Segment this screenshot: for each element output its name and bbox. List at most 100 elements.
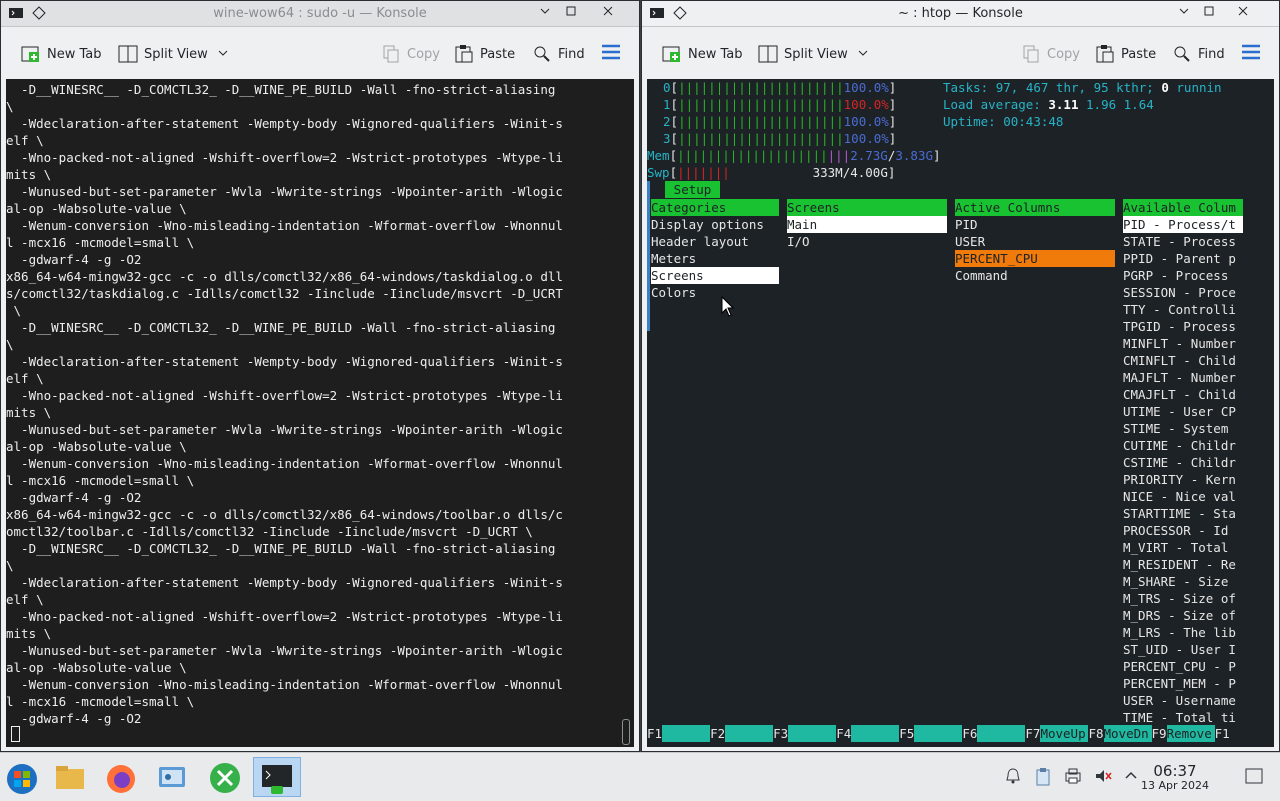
available-column-item-selected[interactable]: PID - Process/t bbox=[1123, 216, 1243, 233]
split-view-button[interactable]: Split View bbox=[758, 43, 868, 65]
available-column-item[interactable]: PROCESSOR - Id bbox=[1123, 522, 1243, 539]
maximize-button[interactable] bbox=[1199, 4, 1219, 22]
function-key[interactable]: F1 bbox=[1215, 725, 1230, 742]
function-key-label[interactable] bbox=[788, 725, 837, 742]
minimize-button[interactable] bbox=[1174, 4, 1194, 22]
function-key[interactable]: F2 bbox=[710, 725, 725, 742]
copy-button[interactable]: Copy bbox=[381, 43, 440, 65]
function-key-label[interactable] bbox=[662, 725, 711, 742]
available-column-item[interactable]: STIME - System bbox=[1123, 420, 1243, 437]
file-manager-icon[interactable] bbox=[50, 757, 90, 797]
available-column-item[interactable]: UTIME - User CP bbox=[1123, 403, 1243, 420]
firefox-icon[interactable] bbox=[101, 757, 141, 797]
available-column-item[interactable]: M_VIRT - Total bbox=[1123, 539, 1243, 556]
function-key-label[interactable] bbox=[851, 725, 900, 742]
setup-tab[interactable]: Setup bbox=[665, 181, 720, 198]
screen-item-selected[interactable]: Main bbox=[787, 216, 947, 233]
split-view-button[interactable]: Split View bbox=[118, 43, 228, 65]
hamburger-menu-button[interactable] bbox=[1241, 43, 1261, 65]
function-key[interactable]: F1 bbox=[647, 725, 662, 742]
available-column-item[interactable]: USER - Username bbox=[1123, 692, 1243, 709]
htop-terminal[interactable]: 0[||||||||||||||||||||||100.0%] 1[||||||… bbox=[647, 79, 1274, 747]
new-tab-button[interactable]: New Tab bbox=[21, 43, 102, 65]
category-item-selected[interactable]: Screens bbox=[651, 267, 779, 284]
konsole-taskbar-button[interactable] bbox=[253, 757, 301, 797]
function-key[interactable]: F9 bbox=[1152, 725, 1167, 742]
category-item[interactable]: Display options bbox=[651, 216, 779, 233]
maximize-button[interactable] bbox=[561, 4, 581, 22]
available-column-item[interactable]: M_DRS - Size of bbox=[1123, 607, 1243, 624]
terminal-line: mits \ bbox=[6, 626, 52, 641]
konsole-window-build[interactable]: wine-wow64 : sudo -u — Konsole New Tab S… bbox=[0, 0, 640, 752]
function-key[interactable]: F8 bbox=[1088, 725, 1103, 742]
find-button[interactable]: Find bbox=[532, 43, 585, 65]
active-column-item[interactable]: Command bbox=[955, 267, 1115, 284]
function-key-label[interactable] bbox=[914, 725, 963, 742]
available-column-item[interactable]: TIME - Total ti bbox=[1123, 709, 1243, 726]
close-button[interactable] bbox=[1233, 4, 1253, 22]
function-key[interactable]: F3 bbox=[773, 725, 788, 742]
wine-icon[interactable] bbox=[205, 757, 245, 797]
function-key[interactable]: F6 bbox=[962, 725, 977, 742]
find-button[interactable]: Find bbox=[1172, 43, 1225, 65]
available-column-item[interactable]: MINFLT - Number bbox=[1123, 335, 1243, 352]
function-key-label[interactable]: MoveUp bbox=[1040, 725, 1089, 742]
printer-icon[interactable] bbox=[1064, 767, 1082, 789]
title-bar[interactable]: ~ : htop — Konsole bbox=[642, 1, 1279, 27]
function-key[interactable]: F5 bbox=[899, 725, 914, 742]
system-settings-icon[interactable] bbox=[152, 757, 192, 797]
available-column-item[interactable]: TTY - Controlli bbox=[1123, 301, 1243, 318]
available-column-item[interactable]: PPID - Parent p bbox=[1123, 250, 1243, 267]
volume-muted-icon[interactable] bbox=[1094, 767, 1112, 789]
paste-button[interactable]: Paste bbox=[1095, 43, 1156, 65]
category-item[interactable]: Meters bbox=[651, 250, 779, 267]
start-menu-button[interactable] bbox=[2, 757, 42, 797]
hamburger-menu-button[interactable] bbox=[601, 43, 621, 65]
category-item[interactable]: Header layout bbox=[651, 233, 779, 250]
available-column-item[interactable]: PERCENT_MEM - P bbox=[1123, 675, 1243, 692]
available-column-item[interactable]: CMAJFLT - Child bbox=[1123, 386, 1243, 403]
clipboard-icon[interactable] bbox=[1034, 767, 1052, 791]
active-column-item-selected[interactable]: PERCENT_CPU bbox=[955, 250, 1115, 267]
available-column-item[interactable]: STATE - Process bbox=[1123, 233, 1243, 250]
available-column-item[interactable]: TPGID - Process bbox=[1123, 318, 1243, 335]
close-button[interactable] bbox=[598, 4, 618, 22]
function-key[interactable]: F4 bbox=[836, 725, 851, 742]
available-column-item[interactable]: NICE - Nice val bbox=[1123, 488, 1243, 505]
available-column-item[interactable]: PRIORITY - Kern bbox=[1123, 471, 1243, 488]
screen-item[interactable]: I/O bbox=[787, 233, 947, 250]
title-bar[interactable]: wine-wow64 : sudo -u — Konsole bbox=[1, 1, 639, 27]
new-tab-button[interactable]: New Tab bbox=[662, 43, 743, 65]
show-desktop-icon[interactable] bbox=[1245, 767, 1263, 789]
copy-button[interactable]: Copy bbox=[1021, 43, 1080, 65]
active-column-item[interactable]: PID bbox=[955, 216, 1115, 233]
paste-button[interactable]: Paste bbox=[454, 43, 515, 65]
available-column-item[interactable]: M_SHARE - Size bbox=[1123, 573, 1243, 590]
available-column-item[interactable]: M_LRS - The lib bbox=[1123, 624, 1243, 641]
available-column-item[interactable]: SESSION - Proce bbox=[1123, 284, 1243, 301]
clock[interactable]: 06:37 13 Apr 2024 bbox=[1135, 763, 1215, 793]
available-column-item[interactable]: PGRP - Process bbox=[1123, 267, 1243, 284]
available-column-item[interactable]: CMINFLT - Child bbox=[1123, 352, 1243, 369]
available-column-item[interactable]: STARTTIME - Sta bbox=[1123, 505, 1243, 522]
available-column-item[interactable]: M_TRS - Size of bbox=[1123, 590, 1243, 607]
active-column-item[interactable]: USER bbox=[955, 233, 1115, 250]
function-key[interactable]: F7 bbox=[1025, 725, 1040, 742]
function-key-label[interactable]: Remove bbox=[1166, 725, 1215, 742]
available-column-item[interactable]: MAJFLT - Number bbox=[1123, 369, 1243, 386]
konsole-window-htop[interactable]: ~ : htop — Konsole New Tab Split View Co… bbox=[641, 0, 1280, 752]
available-column-item[interactable]: CSTIME - Childr bbox=[1123, 454, 1243, 471]
available-column-item[interactable]: M_RESIDENT - Re bbox=[1123, 556, 1243, 573]
scrollbar[interactable] bbox=[622, 719, 630, 745]
function-key-label[interactable] bbox=[977, 725, 1026, 742]
function-key-label[interactable] bbox=[725, 725, 774, 742]
category-item[interactable]: Colors bbox=[651, 284, 779, 301]
available-column-item[interactable]: ST_UID - User I bbox=[1123, 641, 1243, 658]
toolbar: New Tab Split View Copy Paste Find bbox=[642, 27, 1279, 79]
notifications-bell-icon[interactable] bbox=[1004, 767, 1022, 789]
minimize-button[interactable] bbox=[535, 4, 555, 22]
available-column-item[interactable]: PERCENT_CPU - P bbox=[1123, 658, 1243, 675]
function-key-label[interactable]: MoveDn bbox=[1103, 725, 1152, 742]
terminal-output[interactable]: -D__WINESRC__ -D_COMCTL32_ -D__WINE_PE_B… bbox=[6, 79, 634, 747]
available-column-item[interactable]: CUTIME - Childr bbox=[1123, 437, 1243, 454]
